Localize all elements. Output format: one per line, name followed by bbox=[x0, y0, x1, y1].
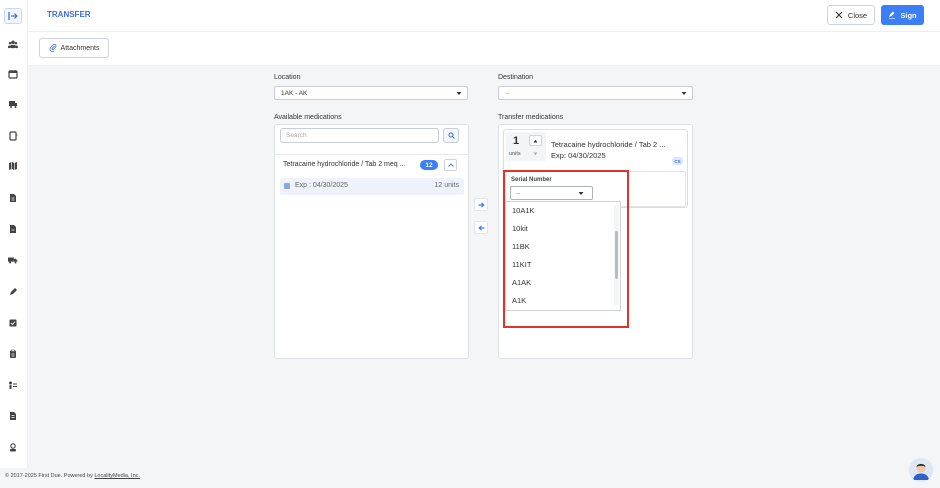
count-badge: 12 bbox=[420, 160, 438, 170]
expand-sidebar-icon[interactable] bbox=[4, 8, 22, 24]
quantity-stepper[interactable]: 1 units bbox=[506, 132, 546, 161]
quantity-value: 1 bbox=[513, 135, 520, 147]
destination-select-value: -- bbox=[505, 89, 510, 97]
location-select-value: 1AK - AK bbox=[281, 89, 308, 97]
available-medication-row[interactable]: Tetracaine hydrochloride / Tab 2 meq ...… bbox=[274, 154, 468, 174]
support-agent-icon[interactable] bbox=[6, 441, 20, 453]
highlight-box bbox=[503, 170, 629, 328]
truck-list-icon[interactable] bbox=[6, 98, 20, 110]
left-sidebar bbox=[0, 0, 28, 468]
move-right-button[interactable] bbox=[474, 198, 488, 211]
main-content bbox=[28, 66, 940, 468]
destination-select[interactable]: -- bbox=[498, 86, 693, 100]
report-icon[interactable] bbox=[6, 192, 20, 204]
document-tag-icon[interactable] bbox=[6, 130, 20, 142]
checklist-icon[interactable] bbox=[6, 317, 20, 329]
sign-button-label: Sign bbox=[900, 10, 917, 20]
powered-by-link[interactable]: LocalityMedia, Inc. bbox=[94, 473, 140, 479]
close-button[interactable]: Close bbox=[827, 5, 875, 25]
file-icon[interactable] bbox=[6, 223, 20, 235]
available-medications-label: Available medications bbox=[274, 114, 342, 121]
controlled-substance-badge: CS bbox=[672, 157, 683, 165]
caret-up-icon bbox=[533, 139, 538, 142]
invoice-icon[interactable] bbox=[6, 410, 20, 422]
tab-transfer[interactable]: TRANSFER bbox=[47, 10, 91, 19]
arrow-left-icon bbox=[477, 225, 484, 230]
paperclip-icon bbox=[49, 44, 56, 52]
search-button[interactable] bbox=[443, 128, 459, 143]
signature-icon bbox=[889, 11, 896, 19]
lot-row[interactable]: Exp : 04/30/2025 12 units bbox=[280, 178, 464, 195]
caret-down-icon bbox=[533, 152, 538, 155]
calendar-icon[interactable] bbox=[6, 68, 20, 80]
transfer-medications-label: Transfer medications bbox=[498, 114, 564, 121]
caret-down-icon bbox=[456, 92, 462, 95]
location-select[interactable]: 1AK - AK bbox=[274, 86, 468, 100]
destination-label: Destination bbox=[498, 74, 534, 81]
truck-icon[interactable] bbox=[6, 254, 20, 266]
close-icon bbox=[835, 11, 843, 19]
location-label: Location bbox=[274, 74, 301, 81]
arrow-right-icon bbox=[478, 202, 485, 207]
search-input[interactable]: Search bbox=[280, 128, 439, 143]
user-list-icon[interactable] bbox=[6, 379, 20, 391]
avatar[interactable] bbox=[909, 458, 933, 482]
toolbar: Attachments bbox=[28, 32, 940, 66]
caret-down-icon bbox=[681, 92, 687, 95]
attachments-button-label: Attachments bbox=[60, 44, 100, 52]
map-icon[interactable] bbox=[6, 160, 20, 172]
move-left-button[interactable] bbox=[474, 221, 488, 234]
quantity-unit: units bbox=[509, 151, 521, 157]
transfer-medication-expiration: Exp: 04/30/2025 bbox=[551, 151, 606, 160]
footer: © 2017-2025 First Due. Powered by Locali… bbox=[0, 468, 940, 488]
pen-icon[interactable] bbox=[6, 286, 20, 298]
search-placeholder: Search bbox=[286, 132, 307, 139]
lot-expiration: Exp : 04/30/2025 bbox=[295, 182, 348, 189]
attachments-button[interactable]: Attachments bbox=[39, 38, 109, 58]
sign-button[interactable]: Sign bbox=[881, 5, 924, 25]
quantity-decrement-button[interactable] bbox=[529, 148, 542, 159]
quantity-increment-button[interactable] bbox=[529, 135, 542, 146]
clipboard-icon[interactable] bbox=[6, 348, 20, 360]
available-medication-name: Tetracaine hydrochloride / Tab 2 meq ... bbox=[283, 161, 406, 168]
page-header: TRANSFER Close Sign bbox=[28, 0, 940, 32]
lot-checkbox[interactable] bbox=[284, 183, 290, 189]
transfer-medication-name: Tetracaine hydrochloride / Tab 2 ... bbox=[551, 140, 666, 149]
search-icon bbox=[448, 132, 455, 139]
collapse-button[interactable] bbox=[444, 159, 457, 171]
people-icon[interactable] bbox=[6, 38, 20, 50]
close-button-label: Close bbox=[847, 10, 868, 20]
copyright-text: © 2017-2025 First Due. Powered by Locali… bbox=[5, 473, 140, 479]
lot-units: 12 units bbox=[434, 182, 459, 189]
copyright-prefix: © 2017-2025 First Due. Powered by bbox=[5, 473, 95, 479]
chevron-up-icon bbox=[447, 163, 454, 167]
